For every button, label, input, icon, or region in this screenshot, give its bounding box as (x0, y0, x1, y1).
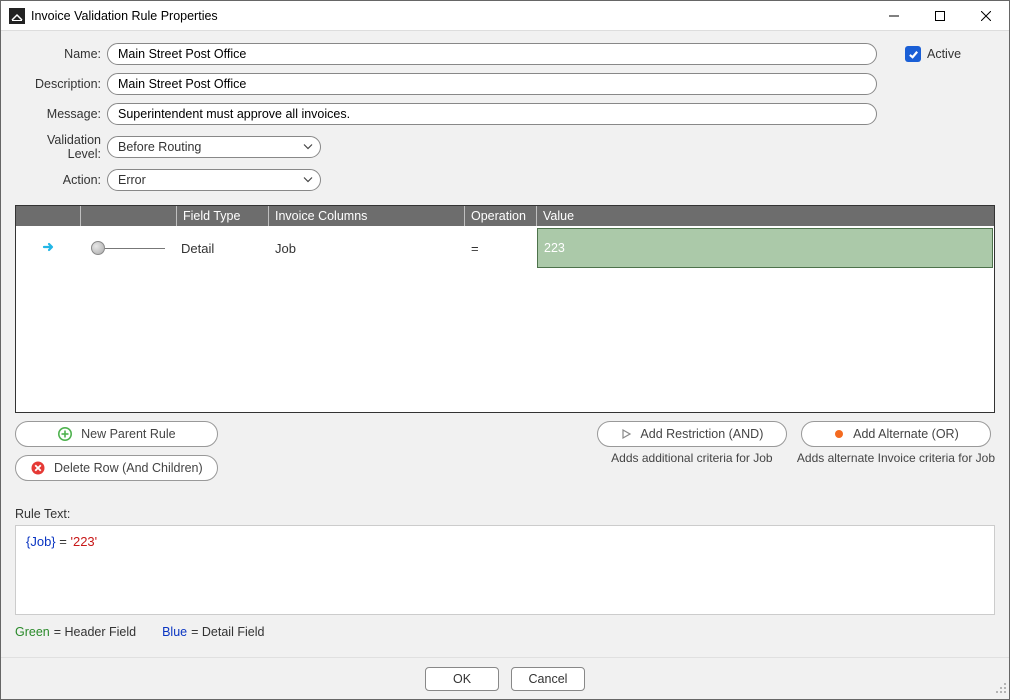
tree-cell[interactable] (81, 226, 177, 270)
grid-header-indicator (16, 206, 81, 226)
grid-row[interactable]: Detail Job = 223 (16, 226, 994, 270)
grid-header-fieldtype[interactable]: Field Type (177, 206, 269, 226)
grid-header-value[interactable]: Value (537, 206, 994, 226)
name-label: Name: (15, 47, 107, 61)
rule-text-label: Rule Text: (15, 507, 995, 521)
current-row-indicator (16, 226, 81, 270)
name-row: Name: Active (15, 43, 995, 65)
grid-header-tree (81, 206, 177, 226)
legend-green-desc: = Header Field (54, 625, 136, 639)
rule-text-value-token: '223' (70, 534, 97, 549)
minimize-button[interactable] (871, 1, 917, 31)
message-row: Message: (15, 103, 995, 125)
dialog-footer: OK Cancel (1, 657, 1009, 699)
active-label: Active (927, 47, 961, 61)
ok-button[interactable]: OK (425, 667, 499, 691)
validation-level-label: Validation Level: (15, 133, 107, 161)
validation-level-row: Validation Level: Before Routing (15, 133, 995, 161)
description-input[interactable] (107, 73, 877, 95)
cell-operation[interactable]: = (465, 226, 537, 270)
delete-row-label: Delete Row (And Children) (54, 461, 203, 475)
name-input[interactable] (107, 43, 877, 65)
play-icon (620, 428, 632, 440)
legend: Green = Header Field Blue = Detail Field (15, 625, 995, 639)
grid-header-operation[interactable]: Operation (465, 206, 537, 226)
new-parent-rule-button[interactable]: New Parent Rule (15, 421, 218, 447)
rule-text-box: {Job} = '223' (15, 525, 995, 615)
active-checkbox[interactable] (905, 46, 921, 62)
add-restriction-button[interactable]: Add Restriction (AND) (597, 421, 787, 447)
close-button[interactable] (963, 1, 1009, 31)
cancel-button[interactable]: Cancel (511, 667, 585, 691)
legend-blue-label: Blue (162, 625, 187, 639)
add-restriction-caption: Adds additional criteria for Job (611, 451, 772, 465)
grid-header-invoicecolumns[interactable]: Invoice Columns (269, 206, 465, 226)
window-title: Invoice Validation Rule Properties (31, 9, 218, 23)
action-row: Action: Error (15, 169, 995, 191)
legend-green-label: Green (15, 625, 50, 639)
validation-level-select[interactable]: Before Routing (107, 136, 321, 158)
new-parent-rule-label: New Parent Rule (81, 427, 176, 441)
description-label: Description: (15, 77, 107, 91)
cell-fieldtype[interactable]: Detail (177, 226, 269, 270)
tree-line-icon (105, 248, 165, 249)
app-icon (9, 8, 25, 24)
delete-row-button[interactable]: Delete Row (And Children) (15, 455, 218, 481)
cell-value[interactable]: 223 (537, 228, 993, 268)
plus-circle-icon (57, 426, 73, 442)
resize-grip-icon[interactable] (995, 682, 1007, 697)
description-row: Description: (15, 73, 995, 95)
dialog-window: Invoice Validation Rule Properties Name:… (0, 0, 1010, 700)
record-icon (833, 428, 845, 440)
add-restriction-label: Add Restriction (AND) (640, 427, 763, 441)
criteria-grid[interactable]: Field Type Invoice Columns Operation Val… (15, 205, 995, 413)
rule-text-operator-token: = (56, 534, 71, 549)
grid-header: Field Type Invoice Columns Operation Val… (16, 206, 994, 226)
action-select[interactable]: Error (107, 169, 321, 191)
content-area: Name: Active Description: Message: Valid… (1, 31, 1009, 657)
grid-body: Detail Job = 223 (16, 226, 994, 412)
add-alternate-label: Add Alternate (OR) (853, 427, 959, 441)
rule-text-field-token: {Job} (26, 534, 56, 549)
grid-actions: New Parent Rule Delete Row (And Children… (15, 421, 995, 481)
legend-blue-desc: = Detail Field (191, 625, 264, 639)
arrow-right-icon (42, 240, 56, 257)
titlebar: Invoice Validation Rule Properties (1, 1, 1009, 31)
message-input[interactable] (107, 103, 877, 125)
add-alternate-button[interactable]: Add Alternate (OR) (801, 421, 991, 447)
message-label: Message: (15, 107, 107, 121)
active-checkbox-wrap[interactable]: Active (905, 46, 961, 62)
x-circle-icon (30, 460, 46, 476)
tree-node-knob-icon[interactable] (91, 241, 105, 255)
cell-invoicecolumn[interactable]: Job (269, 226, 465, 270)
maximize-button[interactable] (917, 1, 963, 31)
add-alternate-caption: Adds alternate Invoice criteria for Job (797, 451, 995, 465)
action-label: Action: (15, 173, 107, 187)
